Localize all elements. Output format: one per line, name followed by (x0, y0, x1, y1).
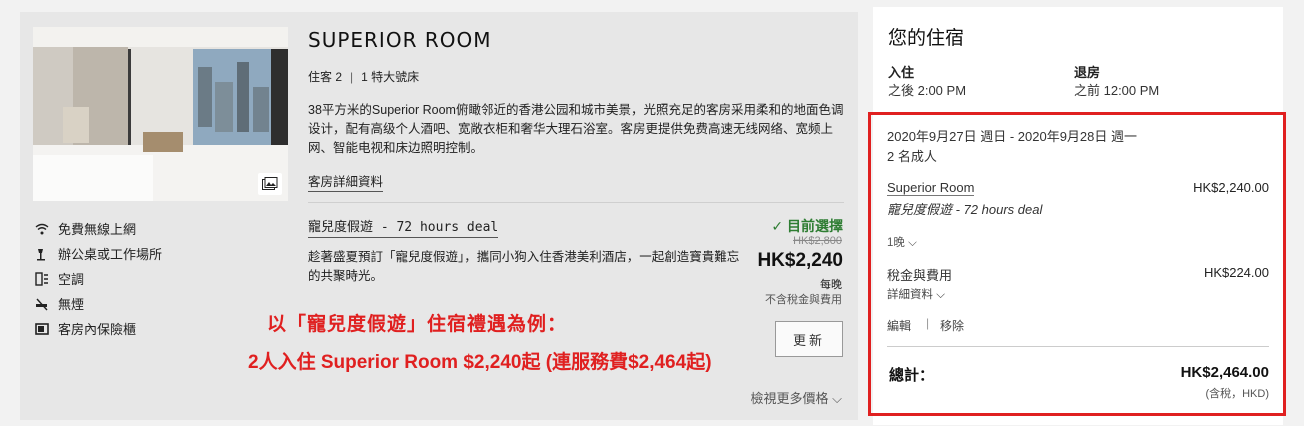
room-description: 38平方米的Superior Room俯瞰邻近的香港公园和城市美景，光照充足的客… (308, 103, 844, 155)
tax-details-toggle[interactable]: 詳細資料 ⌵ (887, 286, 945, 302)
tax-price: HK$224.00 (1203, 265, 1269, 280)
checkout-label: 退房 (1074, 65, 1101, 80)
room-info: SUPERIOR ROOM 住客 2 | 1 特大號床 38平方米的Superior… (308, 26, 844, 192)
divider (308, 202, 844, 203)
summary-rate-name: 寵兒度假遊 - 72 hours deal (887, 202, 1043, 217)
room-content: SUPERIOR ROOM 住客 2 | 1 特大號床 38平方米的Superior… (20, 12, 858, 420)
total-price: HK$2,464.00 (1180, 364, 1269, 381)
promo-detail: 2人入住 Superior Room $2,240起 (連服務費$2,464起) (248, 352, 712, 373)
summary-divider (887, 346, 1269, 347)
guest-count: 2 名成人 (887, 149, 937, 164)
checkout-time: 之前 12:00 PM (1074, 83, 1160, 98)
original-price: HK$2,800 (793, 235, 842, 247)
remove-link[interactable]: 移除 (940, 317, 964, 334)
total-label: 總計： (889, 367, 935, 384)
per-night-label: 每晚 (820, 279, 842, 291)
stay-dates: 2020年9月27日 週日 - 2020年9月28日 週一 (887, 129, 1137, 144)
summary-room-name[interactable]: Superior Room (887, 180, 975, 196)
room-title: SUPERIOR ROOM (308, 28, 492, 52)
bed-text: 1 特大號床 (361, 70, 420, 84)
promo-heading: 以「寵兒度假遊」住宿禮遇為例： (267, 314, 568, 335)
link-separator: | (926, 316, 930, 330)
summary-title: 您的住宿 (888, 28, 965, 49)
more-prices-link[interactable]: 檢視更多價格 ⌵ (751, 388, 842, 407)
total-note: (含稅，HKD) (1205, 388, 1269, 400)
nights-dropdown[interactable]: 1晚 ⌵ (887, 234, 917, 250)
rate-name-link[interactable]: 寵兒度假遊 - 72 hours deal (308, 216, 499, 238)
rate-description: 趁著盛夏預訂「寵兒度假遊」，攜同小狗入住香港美利酒店，一起創造寶貴難忘的共聚時光… (308, 250, 740, 283)
selected-rate-badge: ✓ 目前選擇 (771, 218, 843, 234)
tax-label: 稅金與費用 (887, 268, 953, 283)
edit-link[interactable]: 編輯 (887, 317, 911, 334)
summary-room-price: HK$2,240.00 (1193, 180, 1269, 195)
occupancy-text: 住客 2 (308, 70, 343, 84)
update-button[interactable]: 更新 (775, 321, 843, 357)
room-details-link[interactable]: 客房詳細資料 (308, 171, 384, 192)
checkin-time: 之後 2:00 PM (888, 83, 967, 98)
checkin-label: 入住 (888, 65, 915, 80)
tax-excluded-note: 不含稅金與費用 (765, 294, 842, 306)
room-meta: 住客 2 | 1 特大號床 (308, 70, 420, 84)
rate-price: HK$2,240 (757, 250, 843, 271)
